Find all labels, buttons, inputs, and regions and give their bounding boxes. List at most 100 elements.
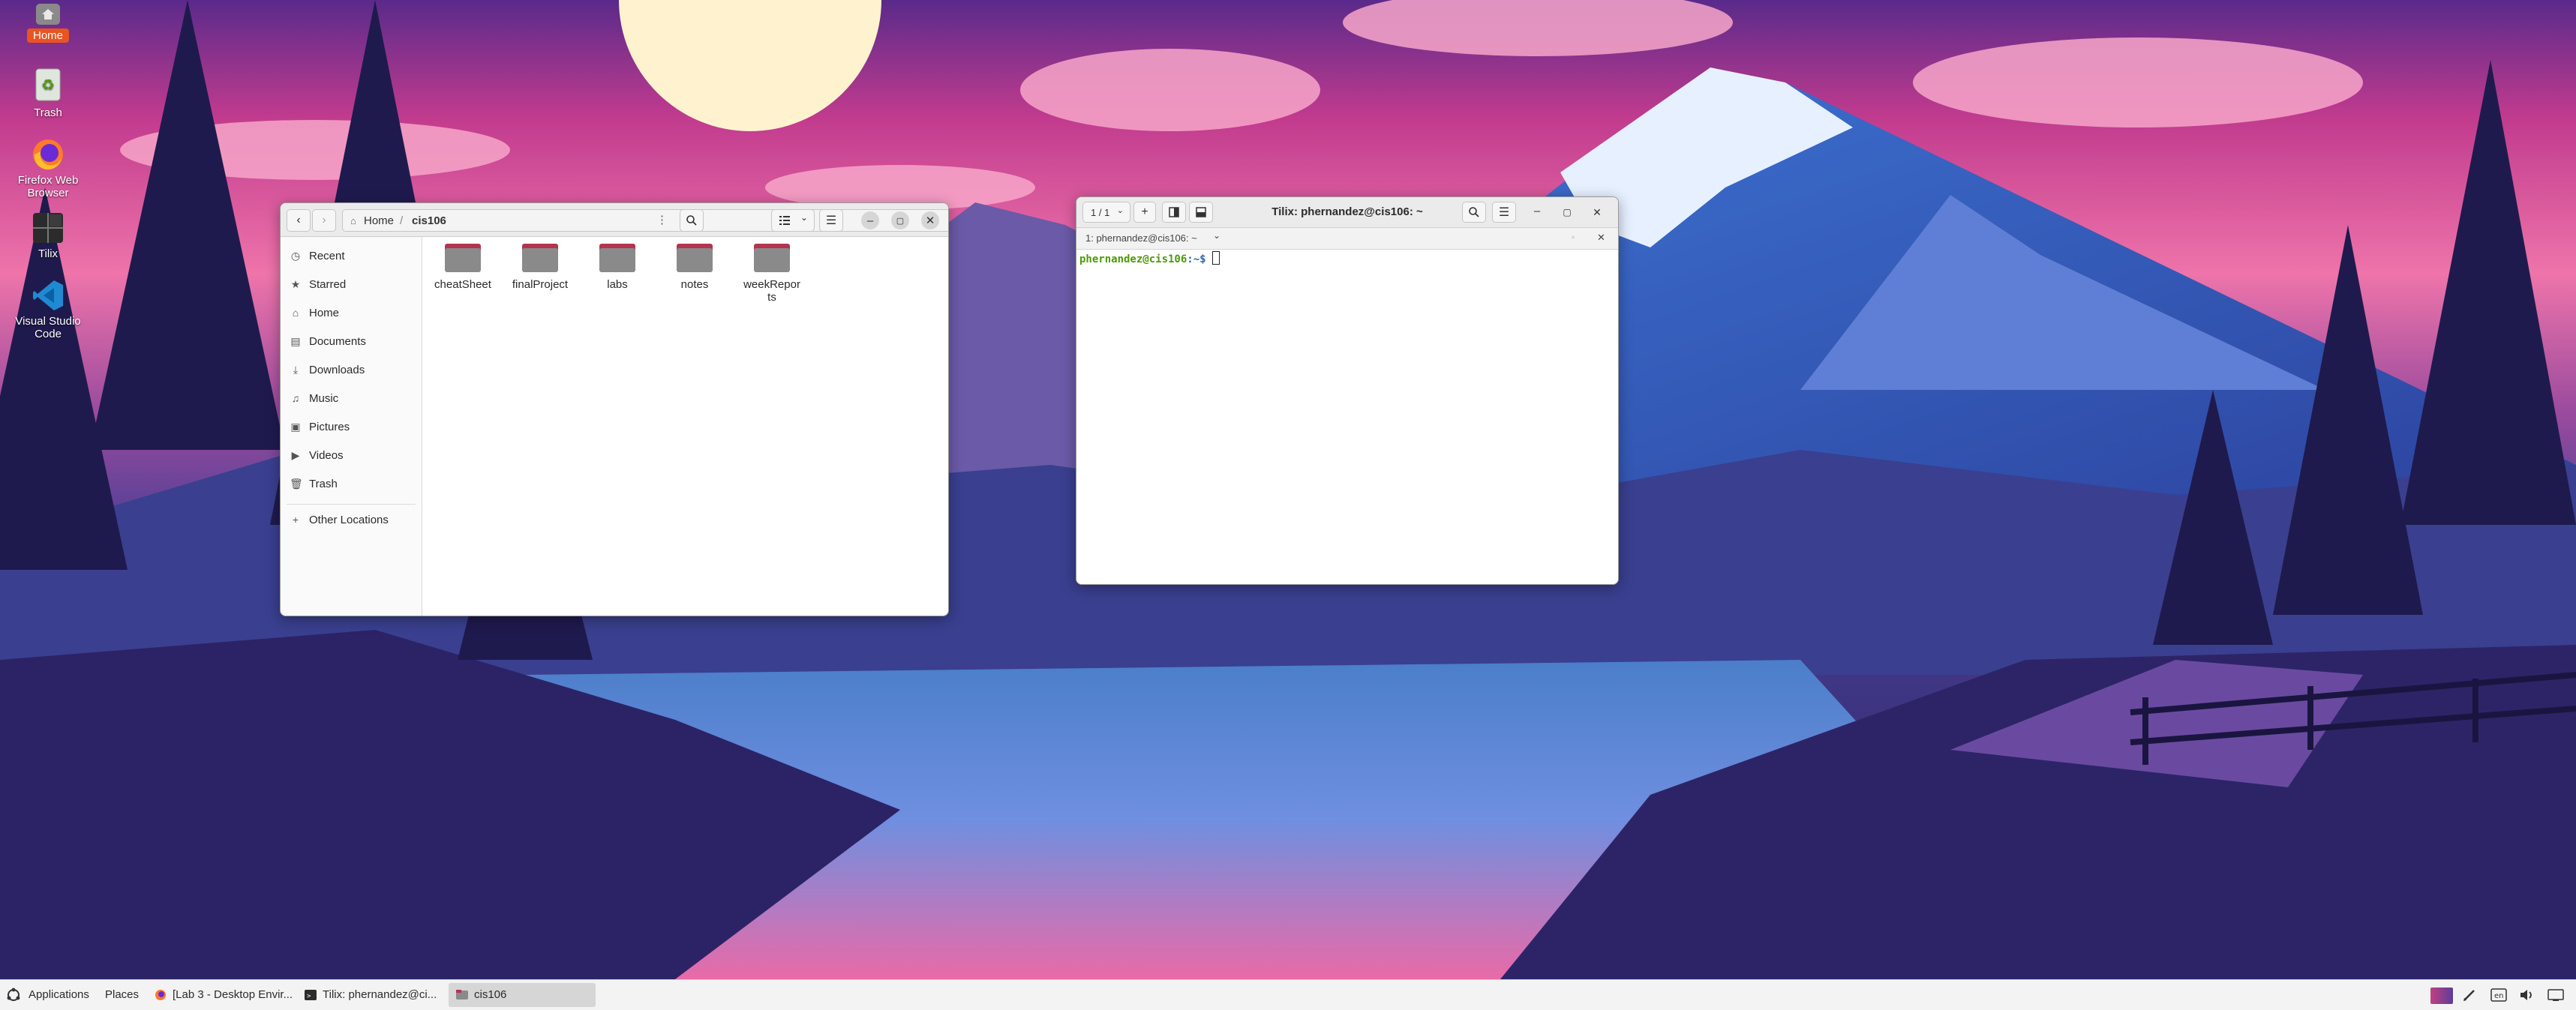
- tilix-headerbar: 1 / 1 ⌄ + Tilix: phernandez@cis106: ~ ☰ …: [1076, 197, 1618, 228]
- main-menu-button[interactable]: ☰: [819, 209, 843, 232]
- places-sidebar: ◷ Recent ★ Starred ⌂ Home ▤ Documents ⤓ …: [281, 237, 422, 616]
- search-button[interactable]: [680, 209, 704, 232]
- desktop-icon-vscode[interactable]: Visual Studio Code: [11, 279, 86, 340]
- desktop-icon-home[interactable]: Home: [11, 3, 86, 43]
- maximize-terminal-icon[interactable]: ▫: [1572, 232, 1575, 242]
- folder-item[interactable]: finalProject: [503, 242, 578, 291]
- folder-item[interactable]: labs: [580, 242, 655, 291]
- file-manager-headerbar: ‹ › ⌂ Home / cis106 ⋮ ⌄ ☰ – ▢ ✕: [281, 203, 948, 237]
- plus-icon: +: [292, 514, 299, 526]
- taskbar-task-active[interactable]: cis106: [449, 983, 596, 1007]
- sidebar-item-pictures[interactable]: ▣ Pictures: [281, 414, 422, 441]
- sidebar-item-other-locations[interactable]: + Other Locations: [281, 507, 422, 534]
- network-icon[interactable]: [2547, 988, 2564, 1003]
- tilix-icon: [32, 211, 65, 244]
- terminal-output[interactable]: phernandez@cis106:~$: [1076, 250, 1618, 584]
- folder-item[interactable]: notes: [657, 242, 732, 291]
- hamburger-menu-icon: ☰: [825, 214, 837, 227]
- chevron-left-icon: ‹: [296, 214, 301, 226]
- find-button[interactable]: [1462, 202, 1486, 223]
- sidebar-item-home[interactable]: ⌂ Home: [281, 300, 422, 327]
- svg-text:en: en: [2494, 992, 2504, 1000]
- prompt-line: phernandez@cis106:~$: [1079, 251, 1220, 265]
- terminal-icon: >: [305, 990, 317, 1000]
- firefox-icon: [155, 990, 166, 1000]
- close-terminal-icon[interactable]: ✕: [1597, 232, 1605, 244]
- sidebar-item-downloads[interactable]: ⤓ Downloads: [281, 357, 422, 384]
- desktop-icon-trash[interactable]: ♻ Trash: [11, 66, 86, 119]
- search-icon: [1469, 207, 1479, 217]
- search-icon: [686, 215, 697, 226]
- taskbar-task[interactable]: [Lab 3 - Desktop Envir...: [147, 983, 297, 1007]
- prompt-path: :~$: [1187, 253, 1206, 265]
- desktop: Home ♻ Trash Firefox Web Browser Tilix V…: [0, 0, 2576, 1009]
- picture-icon: ▣: [290, 421, 301, 433]
- close-icon: ✕: [925, 214, 935, 227]
- breadcrumb-current[interactable]: cis106: [412, 214, 446, 227]
- places-menu[interactable]: Places: [105, 980, 139, 1010]
- folder-item[interactable]: cheatSheet: [425, 242, 500, 291]
- sidebar-item-recent[interactable]: ◷ Recent: [281, 243, 422, 270]
- sidebar-item-documents[interactable]: ▤ Documents: [281, 328, 422, 355]
- chevron-down-icon: ⌄: [800, 212, 809, 223]
- prompt-user-host: phernandez@cis106: [1079, 253, 1187, 265]
- svg-text:>: >: [307, 993, 311, 1000]
- trash-icon: 🗑: [290, 478, 303, 490]
- terminal-tab-bar: 1: phernandez@cis106: ~ ⌄ ▫ ✕: [1076, 228, 1618, 250]
- main-menu-button[interactable]: ☰: [1492, 202, 1516, 223]
- maximize-button[interactable]: ▢: [891, 211, 909, 229]
- home-icon: ⌂: [292, 307, 299, 319]
- star-icon: ★: [290, 278, 301, 290]
- home-folder-icon: [35, 3, 61, 25]
- trash-icon: ♻: [33, 66, 63, 103]
- minimize-icon: –: [1533, 205, 1541, 217]
- sidebar-item-starred[interactable]: ★ Starred: [281, 271, 422, 298]
- bottom-panel: Applications Places [Lab 3 - Desktop Env…: [0, 979, 2576, 1010]
- music-icon: ♫: [291, 392, 300, 404]
- sidebar-item-trash[interactable]: 🗑 Trash: [281, 471, 422, 498]
- folder-icon: [754, 242, 790, 272]
- clock-icon: ◷: [290, 250, 301, 262]
- back-button[interactable]: ‹: [287, 209, 311, 232]
- folder-icon: [599, 242, 635, 272]
- chevron-right-icon: ›: [322, 214, 326, 226]
- maximize-icon: ▢: [896, 216, 905, 226]
- minimize-icon: –: [866, 214, 874, 227]
- path-menu-button[interactable]: ⋮: [656, 213, 668, 226]
- breadcrumb-separator: /: [400, 214, 404, 227]
- folder-icon: [445, 242, 481, 272]
- sidebar-separator: [287, 504, 416, 505]
- maximize-icon: ▢: [1563, 207, 1572, 217]
- terminal-tab-title[interactable]: 1: phernandez@cis106: ~: [1085, 232, 1197, 244]
- download-icon: ⤓: [293, 364, 299, 376]
- close-button[interactable]: ✕: [1588, 203, 1606, 221]
- desktop-icon-tilix[interactable]: Tilix: [11, 211, 86, 260]
- view-toggle-button[interactable]: ⌄: [771, 209, 815, 232]
- folder-icon: [677, 242, 713, 272]
- folder-icon: [522, 242, 558, 272]
- chevron-down-icon[interactable]: ⌄: [1213, 230, 1220, 241]
- svg-text:♻: ♻: [41, 76, 55, 94]
- volume-icon[interactable]: [2519, 988, 2535, 1003]
- close-icon: ✕: [1593, 206, 1602, 218]
- minimize-button[interactable]: –: [861, 211, 879, 229]
- video-icon: ▶: [291, 449, 300, 461]
- hamburger-menu-icon: ☰: [1498, 206, 1510, 219]
- home-crumb-icon: ⌂: [350, 215, 356, 226]
- maximize-button[interactable]: ▢: [1558, 203, 1576, 221]
- workspace-switcher[interactable]: [2430, 988, 2453, 1004]
- tilix-window: 1 / 1 ⌄ + Tilix: phernandez@cis106: ~ ☰ …: [1076, 196, 1619, 585]
- keyboard-layout-icon[interactable]: en: [2490, 988, 2507, 1003]
- taskbar-task[interactable]: > Tilix: phernandez@ci...: [297, 983, 447, 1007]
- pen-icon[interactable]: [2462, 988, 2478, 1003]
- firefox-icon: [32, 138, 65, 171]
- minimize-button[interactable]: –: [1528, 203, 1546, 221]
- desktop-icon-firefox[interactable]: Firefox Web Browser: [11, 138, 86, 199]
- sidebar-item-videos[interactable]: ▶ Videos: [281, 442, 422, 469]
- vscode-icon: [32, 279, 65, 312]
- forward-button[interactable]: ›: [312, 209, 336, 232]
- breadcrumb-home[interactable]: Home: [364, 214, 394, 227]
- close-button[interactable]: ✕: [921, 211, 939, 229]
- sidebar-item-music[interactable]: ♫ Music: [281, 385, 422, 412]
- folder-item[interactable]: weekRepor ts: [734, 242, 809, 304]
